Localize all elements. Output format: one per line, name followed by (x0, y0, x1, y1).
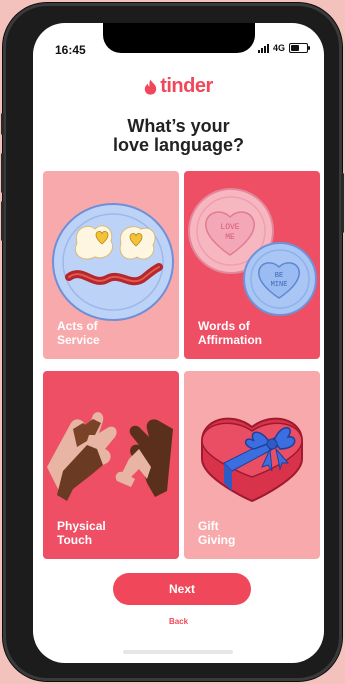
status-indicators: 4G (257, 43, 310, 53)
home-indicator[interactable] (123, 650, 233, 654)
candy-text-be: BE (275, 272, 283, 280)
title-line-1: What’s your (127, 116, 230, 136)
option-words-of-affirmation[interactable]: LOVE ME BE MINE Words of Affirmation (184, 171, 320, 359)
option-label-line1: Gift (198, 519, 219, 533)
back-link[interactable]: Back (33, 617, 324, 626)
flame-icon (145, 79, 157, 95)
title-line-2: love language? (112, 135, 245, 155)
app-screen: 16:45 4G tinder What’s your love languag… (33, 23, 324, 663)
tinder-logo: tinder (33, 75, 324, 98)
status-time: 16:45 (55, 43, 86, 57)
option-label-line2: Service (57, 333, 100, 347)
candy-text-me: ME (225, 233, 235, 242)
network-label: 4G (272, 43, 285, 53)
notch (103, 23, 255, 53)
option-label-line2: Giving (198, 533, 236, 547)
option-label-line1: Acts of (57, 319, 98, 333)
phone-frame: 16:45 4G tinder What’s your love languag… (1, 3, 344, 681)
love-language-options: Acts of Service LOVE ME BE MINE Words of… (43, 171, 320, 561)
phone-volume-down (1, 201, 4, 241)
option-label-line1: Words of (198, 319, 250, 333)
battery-level (291, 45, 299, 51)
option-physical-touch[interactable]: Physical Touch (43, 371, 179, 559)
option-acts-of-service[interactable]: Acts of Service (43, 171, 179, 359)
candy-text-love: LOVE (220, 223, 239, 232)
phone-volume-up (1, 153, 4, 193)
next-button[interactable]: Next (113, 573, 251, 605)
option-label: Acts of Service (57, 319, 167, 347)
option-gift-giving[interactable]: Gift Giving (184, 371, 320, 559)
option-label: Gift Giving (198, 519, 308, 547)
option-label-line1: Physical (57, 519, 106, 533)
option-label-line2: Affirmation (198, 333, 262, 347)
option-label: Words of Affirmation (198, 319, 308, 347)
option-label: Physical Touch (57, 519, 167, 547)
battery-icon (289, 43, 310, 53)
option-label-line2: Touch (57, 533, 93, 547)
signal-icon (257, 43, 269, 53)
phone-side-button (1, 113, 4, 135)
candy-text-mine: MINE (271, 281, 288, 289)
page-title: What’s your love language? (33, 117, 324, 155)
phone-power-button (341, 173, 344, 233)
logo-text: tinder (160, 75, 213, 97)
